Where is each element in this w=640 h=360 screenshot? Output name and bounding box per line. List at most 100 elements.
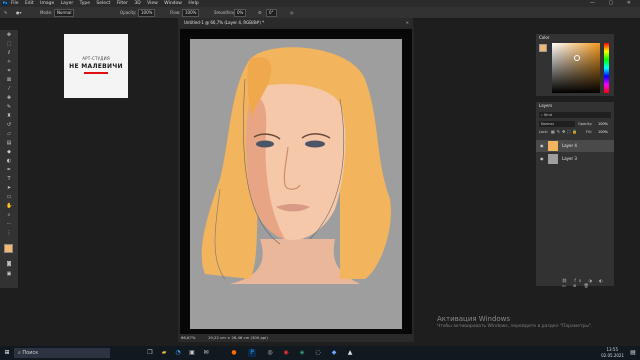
app-icon[interactable]: ◈: [298, 349, 306, 357]
opacity-field[interactable]: 100%: [138, 9, 156, 17]
edit-toolbar-icon[interactable]: ⋮: [6, 231, 12, 236]
layers-panel-title: Layers: [539, 103, 553, 108]
brush-tool-icon[interactable]: ✎: [4, 7, 7, 18]
brush-preset-picker[interactable]: ●▾: [16, 7, 22, 18]
clock-date[interactable]: 02.05.2021: [601, 353, 624, 358]
crop-tool-icon[interactable]: ⌗: [6, 69, 12, 74]
close-tab-icon[interactable]: ✕: [406, 18, 409, 27]
tools-panel: ✥ ⬚ ℓ ✧ ⌗ ⊠ ⁄ ✚ ✎ ♜ ↺ ▱ ▤ ◆ ◐ ✒ T ➤ ▭ ✋ …: [0, 30, 19, 288]
store-icon[interactable]: ▣: [188, 349, 196, 357]
menu-bar: Ps File Edit Image Layer Type Select Fil…: [0, 0, 640, 7]
taskbar-search[interactable]: ⌕ Поиск: [14, 348, 110, 358]
windows-start-icon[interactable]: ⊞: [3, 349, 11, 357]
pen-tool-icon[interactable]: ✒: [6, 168, 12, 173]
smoothing-field[interactable]: 0%: [234, 9, 247, 17]
zoom-level[interactable]: 66,67%: [181, 334, 195, 342]
gear-icon[interactable]: ⚙: [258, 7, 262, 18]
marquee-tool-icon[interactable]: ⬚: [6, 42, 12, 47]
menu-window[interactable]: Window: [164, 1, 182, 6]
zoom-tool-icon[interactable]: ⌕: [6, 213, 12, 218]
quick-select-tool-icon[interactable]: ✧: [6, 60, 12, 65]
menu-type[interactable]: Type: [80, 1, 90, 6]
visibility-eye-icon[interactable]: ◉: [540, 153, 544, 165]
app-icon[interactable]: ◆: [330, 349, 338, 357]
more-tools-icon[interactable]: ⋯: [6, 222, 12, 227]
painting-canvas[interactable]: [190, 39, 402, 329]
frame-tool-icon[interactable]: ⊠: [6, 78, 12, 83]
menu-edit[interactable]: Edit: [25, 1, 34, 6]
angle-field[interactable]: 0°: [266, 9, 277, 17]
layer-row[interactable]: ◉ Layer 3: [536, 153, 614, 165]
flow-field[interactable]: 100%: [182, 9, 200, 17]
layer-row[interactable]: ◉ Layer 4: [536, 140, 614, 152]
fg-color-chip[interactable]: [539, 44, 547, 52]
color-picker-field[interactable]: [552, 43, 600, 93]
type-tool-icon[interactable]: T: [6, 177, 12, 182]
hue-slider[interactable]: [604, 43, 609, 93]
app-icon[interactable]: ▲: [346, 349, 354, 357]
menu-select[interactable]: Select: [96, 1, 110, 6]
notifications-icon[interactable]: ▤: [629, 349, 637, 357]
document-tab[interactable]: Untitled-1 @ 66,7% (Layer 4, RGB/8#) * ✕: [178, 18, 413, 27]
pressure-icon[interactable]: ◎: [290, 7, 294, 18]
layer-filter[interactable]: ⌕ Kind: [539, 112, 611, 118]
lock-icons[interactable]: ▦✎✥⛶🔒: [551, 129, 579, 135]
visibility-eye-icon[interactable]: ◉: [540, 140, 544, 152]
menu-filter[interactable]: Filter: [117, 1, 128, 6]
layer-name[interactable]: Layer 3: [562, 153, 577, 165]
app-icon[interactable]: ●: [230, 349, 238, 357]
photoshop-logo-icon: Ps: [2, 1, 8, 6]
menu-layer[interactable]: Layer: [61, 1, 74, 6]
file-explorer-icon[interactable]: ▰: [160, 349, 168, 357]
menu-image[interactable]: Image: [40, 1, 54, 6]
quick-mask-icon[interactable]: ◙: [6, 262, 12, 267]
windows-activation-title: Активация Windows: [437, 315, 511, 323]
foreground-color-swatch[interactable]: [4, 244, 13, 253]
color-panel-title: Color: [539, 35, 550, 40]
menu-view[interactable]: View: [147, 1, 158, 6]
search-icon: ⌕: [541, 113, 543, 117]
window-controls[interactable]: — ▢ ✕: [590, 0, 637, 7]
brush-tool-icon[interactable]: ✎: [6, 105, 12, 110]
app-icon[interactable]: ◉: [282, 349, 290, 357]
history-brush-tool-icon[interactable]: ↺: [6, 123, 12, 128]
windows-activation-text: Чтобы активировать Windows, перейдите в …: [437, 324, 593, 329]
menu-3d[interactable]: 3D: [134, 1, 140, 6]
fill-label: Fill:: [586, 130, 592, 134]
fill-field[interactable]: 100%: [598, 129, 608, 135]
move-tool-icon[interactable]: ✥: [6, 33, 12, 38]
healing-tool-icon[interactable]: ✚: [6, 96, 12, 101]
menu-help[interactable]: Help: [188, 1, 198, 6]
color-picker-cursor[interactable]: [574, 55, 580, 61]
layer-name[interactable]: Layer 4: [562, 140, 577, 152]
lasso-tool-icon[interactable]: ℓ: [6, 51, 12, 56]
layer-actions[interactable]: ⛓ fx ◑ ◐ ▭ ⊞ 🗑: [562, 278, 614, 288]
blur-tool-icon[interactable]: ◆: [6, 150, 12, 155]
dodge-tool-icon[interactable]: ◐: [6, 159, 12, 164]
portrait-painting: [190, 39, 402, 329]
path-select-tool-icon[interactable]: ➤: [6, 186, 12, 191]
mail-icon[interactable]: ✉: [202, 349, 210, 357]
stamp-tool-icon[interactable]: ♜: [6, 114, 12, 119]
photoshop-taskbar-icon[interactable]: P: [248, 349, 256, 357]
shape-tool-icon[interactable]: ▭: [6, 195, 12, 200]
status-bar: 66,67% 19,22 cm × 26,46 cm (300 ppi): [178, 334, 414, 342]
layers-panel: Layers ⌕ Kind Normal Opacity: 100% Lock:…: [536, 102, 614, 288]
layer-thumbnail: [548, 154, 558, 164]
task-view-icon[interactable]: ❐: [146, 349, 154, 357]
gradient-tool-icon[interactable]: ▤: [6, 141, 12, 146]
blend-mode-select[interactable]: Normal: [539, 121, 575, 127]
logo-title: НЕ МАЛЕВИЧИ: [69, 63, 123, 70]
edge-icon[interactable]: ◔: [174, 349, 182, 357]
eraser-tool-icon[interactable]: ▱: [6, 132, 12, 137]
lock-label: Lock:: [539, 130, 549, 134]
app-icon[interactable]: ◎: [266, 349, 274, 357]
eyedropper-tool-icon[interactable]: ⁄: [6, 87, 12, 92]
layer-opacity-field[interactable]: 100%: [598, 121, 608, 127]
mode-select[interactable]: Normal: [54, 9, 75, 17]
hand-tool-icon[interactable]: ✋: [6, 204, 12, 209]
app-icon[interactable]: ◌: [314, 349, 322, 357]
menu-file[interactable]: File: [11, 1, 19, 6]
clock-time[interactable]: 13:55: [606, 347, 618, 352]
screen-mode-icon[interactable]: ▣: [6, 272, 12, 277]
